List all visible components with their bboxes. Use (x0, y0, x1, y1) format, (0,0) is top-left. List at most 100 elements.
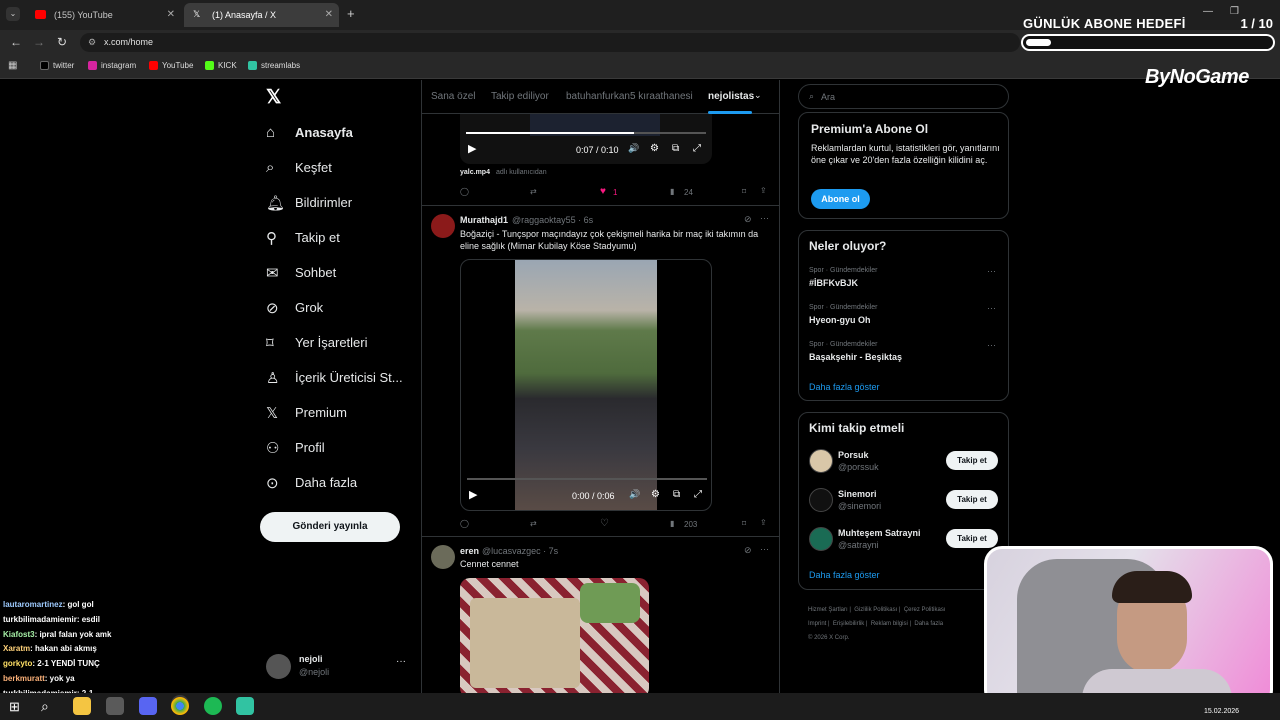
search-input[interactable]: ⌕ Ara (798, 84, 1009, 109)
video-progress-track[interactable] (467, 478, 707, 480)
footer-link[interactable]: Imprint (808, 621, 826, 627)
chevron-down-icon[interactable]: ⌄ (754, 90, 762, 101)
follow-button[interactable]: Takip et (946, 490, 998, 509)
like-icon[interactable]: ♥ (600, 186, 606, 197)
follow-suggestion-name[interactable]: Muhteşem Satrayni (838, 528, 921, 538)
footer-link[interactable]: Daha fazla (914, 621, 943, 627)
forward-icon[interactable]: → (33, 35, 45, 49)
like-icon[interactable]: ♡ (600, 518, 609, 529)
tab-x[interactable]: 𝕏 (1) Anasayfa / X ✕ (184, 3, 339, 27)
avatar[interactable] (809, 449, 833, 473)
chrome-icon[interactable] (171, 697, 189, 715)
author-name[interactable]: eren (460, 546, 479, 556)
avatar[interactable] (809, 488, 833, 512)
tab-youtube[interactable]: (155) YouTube ✕ (26, 3, 181, 27)
pip-icon[interactable]: ⧉ (673, 489, 680, 500)
follow-suggestion-name[interactable]: Sinemori (838, 489, 877, 499)
author-handle[interactable]: @lucasvazgec · 7s (482, 546, 558, 556)
volume-icon[interactable]: 🔊 (628, 143, 639, 154)
close-icon[interactable]: ✕ (325, 3, 333, 27)
footer-link[interactable]: Reklam bilgisi (871, 621, 908, 627)
game-icon[interactable] (106, 697, 124, 715)
repost-icon[interactable]: ⇄ (530, 519, 537, 528)
footer-link[interactable]: Hizmet Şartları (808, 607, 848, 613)
streamlabs-icon[interactable] (236, 697, 254, 715)
tab-list-nejolistas[interactable]: nejolistas (708, 91, 754, 102)
footer-link[interactable]: Erişilebilirlik (833, 621, 864, 627)
play-icon[interactable]: ▶ (469, 488, 477, 501)
play-icon[interactable]: ▶ (468, 142, 476, 155)
file-explorer-icon[interactable] (73, 697, 91, 715)
more-icon[interactable]: ··· (987, 303, 996, 313)
settings-icon[interactable]: ⚙ (651, 489, 660, 500)
follow-suggestion-name[interactable]: Porsuk (838, 450, 869, 460)
windows-start-icon[interactable]: ⊞ (9, 699, 20, 715)
fullscreen-icon[interactable]: ⤢ (693, 143, 701, 154)
bookmark-kick[interactable]: KICK (205, 61, 237, 70)
more-icon[interactable]: ··· (987, 340, 996, 350)
more-icon[interactable]: ··· (987, 266, 996, 276)
settings-icon[interactable]: ⚙ (650, 143, 659, 154)
pip-icon[interactable]: ⧉ (672, 143, 679, 154)
share-icon[interactable]: ⇪ (760, 186, 767, 195)
bookmark-instagram[interactable]: instagram (88, 61, 136, 70)
author-handle[interactable]: @raggaoktay55 · 6s (512, 215, 593, 225)
tab-for-you[interactable]: Sana özel (431, 91, 475, 102)
account-switcher[interactable]: nejoli @nejoli ··· (266, 652, 412, 684)
grok-icon[interactable]: ⊘ (744, 214, 752, 225)
video-player[interactable]: ▶ 0:07 / 0:10 🔊 ⚙ ⧉ ⤢ (460, 114, 712, 164)
spotify-icon[interactable] (204, 697, 222, 715)
trend-name[interactable]: Hyeon-gyu Oh (809, 315, 871, 325)
more-icon[interactable]: ··· (396, 656, 406, 667)
follow-button[interactable]: Takip et (946, 451, 998, 470)
bookmark-twitter[interactable]: twitter (40, 61, 74, 70)
author-name[interactable]: Murathajd1 (460, 215, 508, 225)
grok-icon[interactable]: ⊘ (744, 545, 752, 556)
share-icon[interactable]: ⇪ (760, 518, 767, 527)
tweet[interactable]: ▶ 0:07 / 0:10 🔊 ⚙ ⧉ ⤢ yalc.mp4 adlı kull… (422, 114, 779, 206)
more-icon[interactable]: ··· (760, 544, 769, 554)
search-icon[interactable]: ⌕ (41, 698, 49, 715)
footer-link[interactable]: Çerez Politikası (904, 607, 946, 613)
volume-icon[interactable]: 🔊 (629, 489, 640, 500)
x-logo-icon[interactable]: 𝕏 (266, 86, 281, 109)
fullscreen-icon[interactable]: ⤢ (694, 489, 702, 500)
tweet[interactable]: eren @lucasvazgec · 7s ⊘ ··· Cennet cenn… (422, 538, 779, 693)
video-caption-user[interactable]: yalc.mp4 (460, 169, 490, 176)
reply-icon[interactable]: ◯ (460, 519, 469, 528)
apps-grid-icon[interactable]: ▦ (8, 60, 17, 71)
bookmark-youtube[interactable]: YouTube (149, 61, 193, 70)
follow-show-more[interactable]: Daha fazla göster (809, 570, 880, 580)
follow-button[interactable]: Takip et (946, 529, 998, 548)
more-icon[interactable]: ··· (760, 213, 769, 223)
avatar[interactable] (431, 214, 455, 238)
trend-name[interactable]: Başakşehir - Beşiktaş (809, 352, 902, 362)
tweet[interactable]: Murathajd1 @raggaoktay55 · 6s ⊘ ··· Boğa… (422, 207, 779, 537)
avatar[interactable] (809, 527, 833, 551)
trends-show-more[interactable]: Daha fazla göster (809, 382, 880, 392)
footer-link[interactable]: Gizlilik Politikası (854, 607, 897, 613)
repost-icon[interactable]: ⇄ (530, 187, 537, 196)
subscribe-button[interactable]: Abone ol (811, 189, 870, 209)
tweet-image[interactable] (460, 578, 649, 693)
bookmark-icon[interactable]: ⌑ (742, 519, 746, 528)
post-button[interactable]: Gönderi yayınla (260, 512, 400, 542)
reload-icon[interactable]: ↻ (57, 35, 67, 49)
site-info-icon[interactable]: ⚙ (88, 33, 96, 52)
views-icon[interactable]: ▮ (670, 519, 674, 528)
back-icon[interactable]: ← (10, 35, 22, 49)
tab-list-batuhanfurkan5[interactable]: batuhanfurkan5 kıraathanesi (566, 91, 693, 102)
address-bar[interactable]: ⚙ x.com/home (80, 33, 1020, 52)
tab-following[interactable]: Takip ediliyor (491, 91, 549, 102)
new-tab-button[interactable]: + (347, 6, 355, 21)
reply-icon[interactable]: ◯ (460, 187, 469, 196)
bookmark-streamlabs[interactable]: streamlabs (248, 61, 300, 70)
video-player[interactable]: ▶ 0:00 / 0:06 🔊 ⚙ ⧉ ⤢ (460, 259, 712, 511)
bookmark-icon[interactable]: ⌑ (742, 187, 746, 196)
trend-name[interactable]: #İBFKvBJK (809, 278, 858, 288)
close-icon[interactable]: ✕ (167, 3, 175, 27)
avatar[interactable] (431, 545, 455, 569)
tab-list-button[interactable]: ⌄ (6, 7, 20, 21)
discord-icon[interactable] (139, 697, 157, 715)
views-icon[interactable]: ▮ (670, 187, 674, 196)
